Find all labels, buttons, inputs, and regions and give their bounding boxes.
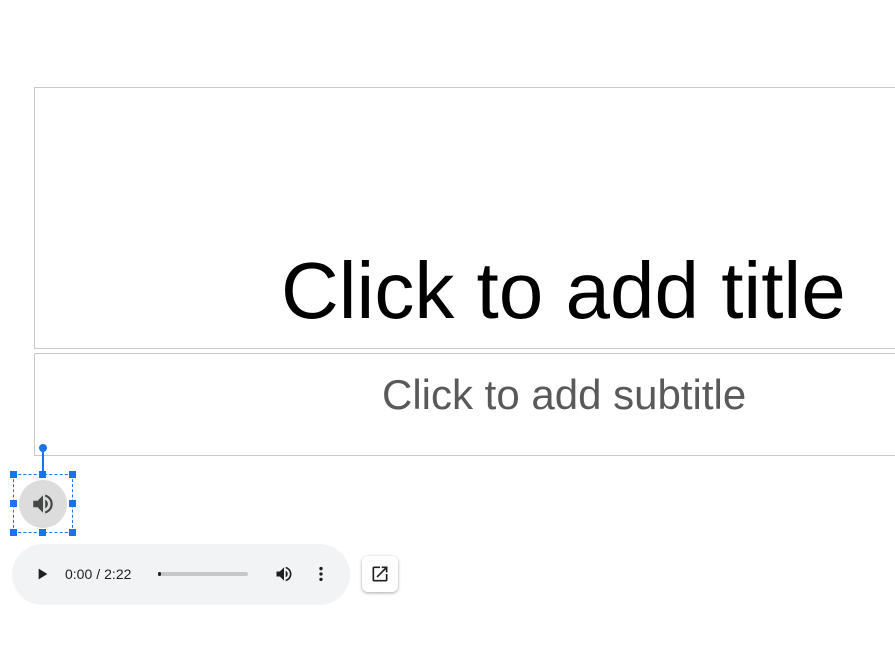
rotation-handle[interactable]	[39, 444, 47, 452]
seek-slider[interactable]	[158, 572, 248, 576]
more-options-button[interactable]	[310, 563, 332, 585]
resize-handle-top-left[interactable]	[10, 471, 17, 478]
resize-handle-top[interactable]	[39, 471, 46, 478]
resize-handle-left[interactable]	[10, 500, 17, 507]
duration: 2:22	[104, 566, 132, 582]
slide-canvas: Click to add title Click to add subtitle…	[0, 0, 895, 647]
resize-handle-top-right[interactable]	[69, 471, 76, 478]
audio-player: 0:00/2:22	[12, 544, 350, 605]
title-placeholder-box[interactable]: Click to add title	[34, 87, 895, 349]
time-display: 0:00/2:22	[65, 565, 131, 583]
time-separator: /	[96, 566, 101, 582]
volume-button[interactable]	[273, 563, 295, 585]
resize-handle-bottom-right[interactable]	[69, 529, 76, 536]
current-time: 0:00	[65, 566, 93, 582]
open-in-new-icon	[372, 566, 388, 582]
audio-object[interactable]	[10, 444, 76, 536]
open-external-button[interactable]	[362, 556, 398, 592]
volume-icon	[276, 566, 292, 582]
seek-progress	[158, 572, 161, 576]
title-placeholder-text: Click to add title	[281, 246, 846, 335]
subtitle-placeholder-text: Click to add subtitle	[382, 371, 747, 418]
play-button[interactable]	[32, 564, 52, 584]
play-icon	[38, 568, 48, 580]
more-vertical-icon	[319, 566, 323, 582]
subtitle-placeholder-box[interactable]: Click to add subtitle	[34, 353, 895, 456]
speaker-volume-icon	[19, 480, 67, 528]
resize-handle-bottom-left[interactable]	[10, 529, 17, 536]
resize-handle-bottom[interactable]	[39, 529, 46, 536]
resize-handle-right[interactable]	[69, 500, 76, 507]
